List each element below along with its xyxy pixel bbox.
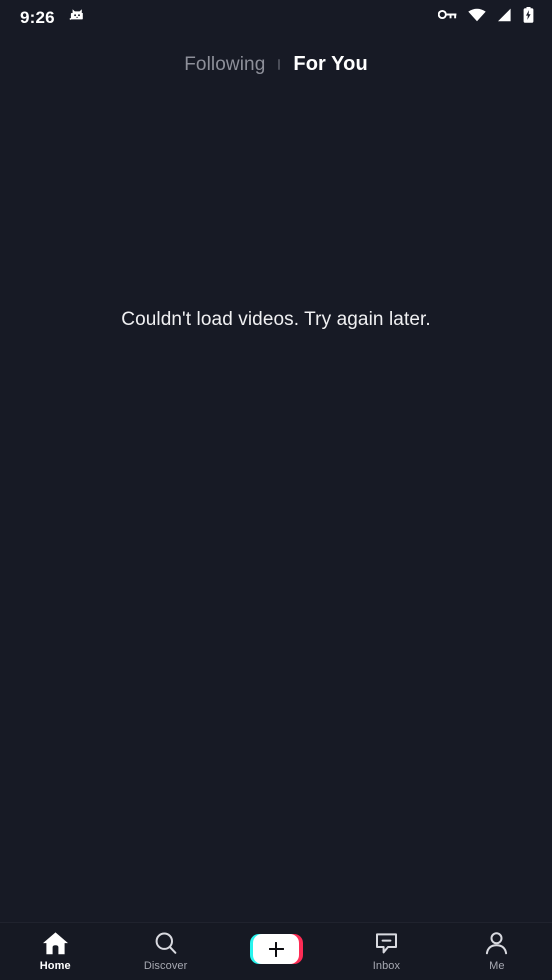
- create-plus-icon: [249, 934, 303, 964]
- tiktok-app-screen: 9:26 Following For You Couldn't load vid…: [0, 0, 552, 980]
- nav-item-me[interactable]: Me: [442, 923, 552, 980]
- nav-label-me: Me: [489, 960, 505, 972]
- search-icon: [153, 931, 179, 956]
- wifi-icon: [468, 8, 486, 27]
- status-bar-clock: 9:26: [20, 7, 55, 27]
- vpn-key-icon: [437, 8, 457, 26]
- tab-for-you[interactable]: For You: [293, 54, 367, 74]
- person-icon: [484, 931, 509, 956]
- nav-item-home[interactable]: Home: [0, 923, 110, 980]
- nav-item-inbox[interactable]: Inbox: [331, 923, 441, 980]
- nav-item-discover[interactable]: Discover: [110, 923, 220, 980]
- status-bar-right: [437, 6, 534, 28]
- feed-error-message: Couldn't load videos. Try again later.: [121, 309, 431, 330]
- feed-tab-bar: Following For You: [0, 34, 552, 90]
- video-feed-area[interactable]: Couldn't load videos. Try again later.: [0, 90, 552, 922]
- cellular-signal-icon: [497, 8, 512, 27]
- tab-following[interactable]: Following: [184, 55, 265, 74]
- inbox-icon: [374, 931, 399, 956]
- home-icon: [42, 931, 69, 956]
- battery-charging-icon: [523, 6, 534, 28]
- status-bar: 9:26: [0, 0, 552, 34]
- bottom-navigation-bar: Home Discover Inbox Me: [0, 922, 552, 980]
- nav-label-home: Home: [39, 960, 71, 972]
- status-bar-left: 9:26: [20, 6, 86, 28]
- tab-separator-dot: [278, 58, 281, 70]
- nav-item-create[interactable]: [221, 923, 331, 980]
- nav-label-inbox: Inbox: [372, 960, 401, 972]
- nav-label-discover: Discover: [143, 960, 188, 972]
- cat-app-notification-icon: [69, 6, 86, 28]
